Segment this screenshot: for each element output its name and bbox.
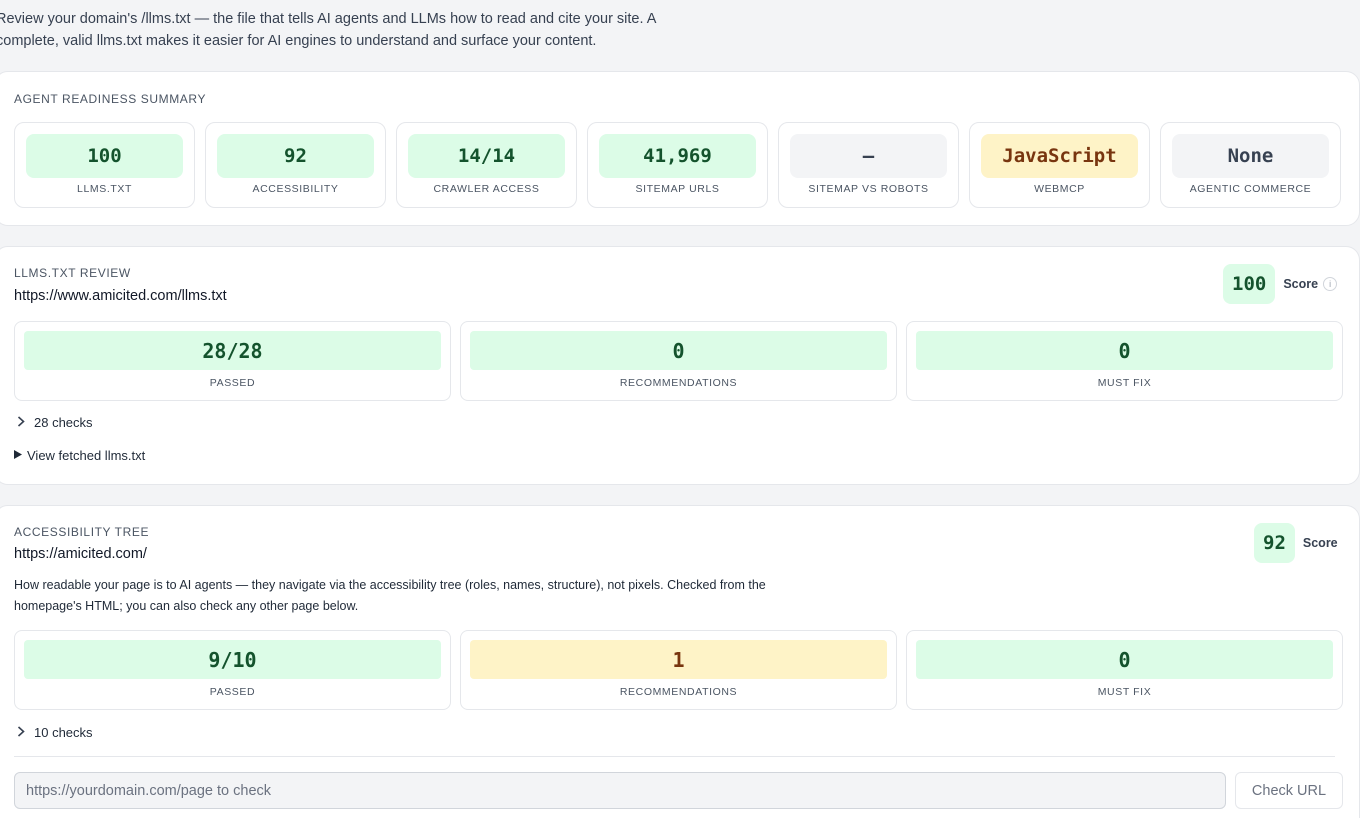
tile-label: AGENTIC COMMERCE [1189,183,1312,195]
tile-label: CRAWLER ACCESS [433,183,540,195]
page-url-input[interactable] [14,772,1226,809]
result-value: 0 [916,640,1333,679]
check-url-button[interactable]: Check URL [1235,772,1343,809]
result-recommendations: 1 RECOMMENDATIONS [460,630,897,710]
intro-line-1: Review your domain's /llms.txt — the fil… [0,11,657,27]
a11y-url: https://amicited.com/ [14,546,147,562]
disclosure-triangle-icon [14,450,22,461]
result-must-fix: 0 MUST FIX [906,321,1343,401]
tile-label: WEBMCP [1034,183,1085,195]
chevron-right-icon [17,725,25,740]
tile-value: 41,969 [599,134,756,178]
divider [14,756,1335,757]
description-line-2: homepage's HTML; you can also check any … [14,599,359,613]
score-badge: 92 [1254,523,1295,563]
chevron-right-icon [17,415,25,430]
score-badge: 100 [1223,264,1276,304]
a11y-score: 92 Score [1254,523,1338,563]
result-must-fix: 0 MUST FIX [906,630,1343,710]
tile-agentic-commerce[interactable]: None AGENTIC COMMERCE [1160,122,1341,208]
tile-sitemap-vs-robots[interactable]: – SITEMAP VS ROBOTS [778,122,959,208]
tile-label: ACCESSIBILITY [252,183,339,195]
tile-value: 92 [217,134,374,178]
intro-text: Review your domain's /llms.txt — the fil… [0,8,756,52]
tile-sitemap-urls[interactable]: 41,969 SITEMAP URLS [587,122,768,208]
tile-llms-txt[interactable]: 100 LLMS.TXT [14,122,195,208]
score-label: Score [1283,277,1319,291]
tile-label: SITEMAP URLS [635,183,720,195]
result-recommendations: 0 RECOMMENDATIONS [460,321,897,401]
result-label: MUST FIX [1097,377,1152,389]
result-label: MUST FIX [1097,686,1152,698]
tile-webmcp[interactable]: JavaScript WEBMCP [969,122,1150,208]
a11y-checks-toggle[interactable]: 10 checks [17,725,93,740]
tile-value: None [1172,134,1329,178]
fetched-label: View fetched llms.txt [27,448,146,463]
tile-value: – [790,134,947,178]
llms-review-url: https://www.amicited.com/llms.txt [14,288,227,304]
llms-results: 28/28 PASSED 0 RECOMMENDATIONS 0 MUST FI… [14,321,1343,401]
info-icon[interactable]: i [1323,277,1338,291]
result-label: RECOMMENDATIONS [619,686,738,698]
checks-label: 10 checks [34,725,93,740]
a11y-description: How readable your page is to AI agents —… [14,575,844,617]
llms-checks-toggle[interactable]: 28 checks [17,415,93,430]
tile-value: JavaScript [981,134,1138,178]
result-label: RECOMMENDATIONS [619,377,738,389]
checks-label: 28 checks [34,415,93,430]
a11y-title: ACCESSIBILITY TREE [14,525,150,539]
tile-value: 100 [26,134,183,178]
agent-readiness-summary-card: AGENT READINESS SUMMARY 100 LLMS.TXT 92 … [0,71,1360,226]
result-label: PASSED [209,686,256,698]
result-label: PASSED [209,377,256,389]
a11y-results: 9/10 PASSED 1 RECOMMENDATIONS 0 MUST FIX [14,630,1343,710]
tile-crawler-access[interactable]: 14/14 CRAWLER ACCESS [396,122,577,208]
accessibility-tree-card: ACCESSIBILITY TREE https://amicited.com/… [0,505,1360,818]
tile-label: LLMS.TXT [77,183,132,195]
result-passed: 9/10 PASSED [14,630,451,710]
description-line-1: How readable your page is to AI agents —… [14,578,766,592]
tile-accessibility[interactable]: 92 ACCESSIBILITY [205,122,386,208]
intro-line-2: complete, valid llms.txt makes it easier… [0,33,597,49]
llms-review-title: LLMS.TXT REVIEW [14,266,131,280]
llms-txt-review-card: LLMS.TXT REVIEW https://www.amicited.com… [0,246,1360,485]
summary-tiles: 100 LLMS.TXT 92 ACCESSIBILITY 14/14 CRAW… [14,122,1341,208]
summary-title: AGENT READINESS SUMMARY [14,92,207,106]
result-value: 9/10 [24,640,441,679]
llms-score: 100 Score i [1223,264,1338,304]
result-value: 0 [916,331,1333,370]
view-fetched-llms-toggle[interactable]: View fetched llms.txt [14,448,145,463]
result-passed: 28/28 PASSED [14,321,451,401]
score-label: Score [1302,536,1338,550]
result-value: 0 [470,331,887,370]
tile-label: SITEMAP VS ROBOTS [808,183,929,195]
tile-value: 14/14 [408,134,565,178]
result-value: 1 [470,640,887,679]
result-value: 28/28 [24,331,441,370]
